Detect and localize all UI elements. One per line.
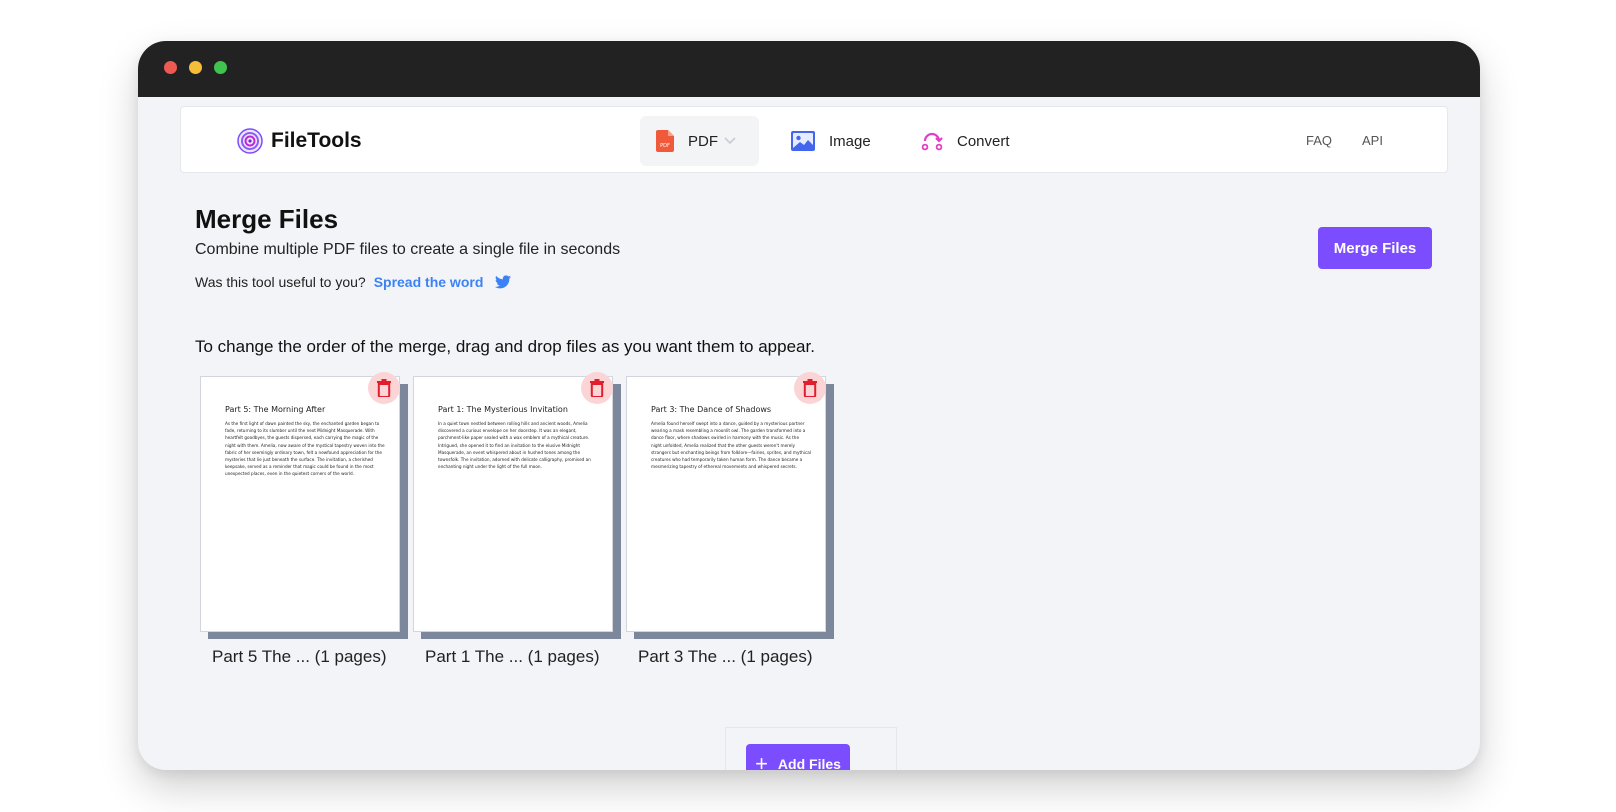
nav-faq-link[interactable]: FAQ xyxy=(1306,133,1332,148)
brand-logo-icon xyxy=(237,128,263,154)
top-navbar: FileTools PDF PDF Image Convert FAQ API xyxy=(180,106,1448,173)
feedback-row: Was this tool useful to you? Spread the … xyxy=(195,274,512,290)
useful-prompt: Was this tool useful to you? xyxy=(195,274,366,290)
trash-icon xyxy=(590,379,604,397)
pdf-page-preview[interactable]: Part 5: The Morning After As the first l… xyxy=(200,376,400,632)
maximize-window-button[interactable] xyxy=(214,61,227,74)
chevron-down-icon xyxy=(724,134,736,148)
file-label: Part 5 The ... (1 pages) xyxy=(212,647,387,666)
pdf-page-preview[interactable]: Part 3: The Dance of Shadows Amelia foun… xyxy=(626,376,826,632)
pdf-page-preview[interactable]: Part 1: The Mysterious Invitation In a q… xyxy=(413,376,613,632)
preview-title: Part 1: The Mysterious Invitation xyxy=(438,405,568,414)
minimize-window-button[interactable] xyxy=(189,61,202,74)
nav-api-link[interactable]: API xyxy=(1362,133,1383,148)
spread-the-word-link[interactable]: Spread the word xyxy=(374,274,484,290)
delete-file-button[interactable] xyxy=(368,372,400,404)
trash-icon xyxy=(377,379,391,397)
nav-image[interactable]: Image xyxy=(791,116,871,166)
nav-pdf-label: PDF xyxy=(688,132,718,150)
nav-image-label: Image xyxy=(829,132,871,150)
pdf-file-icon: PDF xyxy=(656,130,674,152)
page-subtitle: Combine multiple PDF files to create a s… xyxy=(195,241,621,258)
merge-files-button[interactable]: Merge Files xyxy=(1318,227,1432,269)
preview-text: As the first light of dawn painted the s… xyxy=(225,421,385,477)
merge-instruction: To change the order of the merge, drag a… xyxy=(195,337,815,356)
window-titlebar xyxy=(138,41,1480,97)
file-card[interactable]: Part 5: The Morning After As the first l… xyxy=(200,372,410,682)
delete-file-button[interactable] xyxy=(581,372,613,404)
add-files-button[interactable]: + Add Files xyxy=(746,744,850,770)
convert-icon xyxy=(921,132,943,151)
preview-text: In a quiet town nestled between rolling … xyxy=(438,421,591,470)
browser-window: FileTools PDF PDF Image Convert FAQ API … xyxy=(138,41,1480,770)
image-icon xyxy=(791,131,815,151)
close-window-button[interactable] xyxy=(164,61,177,74)
add-files-dropzone[interactable]: + Add Files xyxy=(725,727,897,770)
file-card[interactable]: Part 1: The Mysterious Invitation In a q… xyxy=(413,372,623,682)
page-title: Merge Files xyxy=(195,204,339,234)
file-label: Part 1 The ... (1 pages) xyxy=(425,647,600,666)
nav-convert[interactable]: Convert xyxy=(921,116,1010,166)
brand-name: FileTools xyxy=(271,129,362,152)
preview-title: Part 3: The Dance of Shadows xyxy=(651,405,772,414)
file-label: Part 3 The ... (1 pages) xyxy=(638,647,813,666)
nav-convert-label: Convert xyxy=(957,132,1010,150)
twitter-bird-icon[interactable] xyxy=(495,275,512,289)
preview-text: Amelia found herself swept into a dance,… xyxy=(651,421,811,470)
trash-icon xyxy=(803,379,817,397)
nav-pdf[interactable]: PDF PDF xyxy=(640,116,759,166)
file-card[interactable]: Part 3: The Dance of Shadows Amelia foun… xyxy=(626,372,836,682)
brand[interactable]: FileTools xyxy=(237,128,362,154)
svg-text:PDF: PDF xyxy=(660,143,670,149)
plus-icon: + xyxy=(755,751,768,771)
delete-file-button[interactable] xyxy=(794,372,826,404)
preview-title: Part 5: The Morning After xyxy=(225,405,326,414)
add-files-label: Add Files xyxy=(777,756,841,770)
